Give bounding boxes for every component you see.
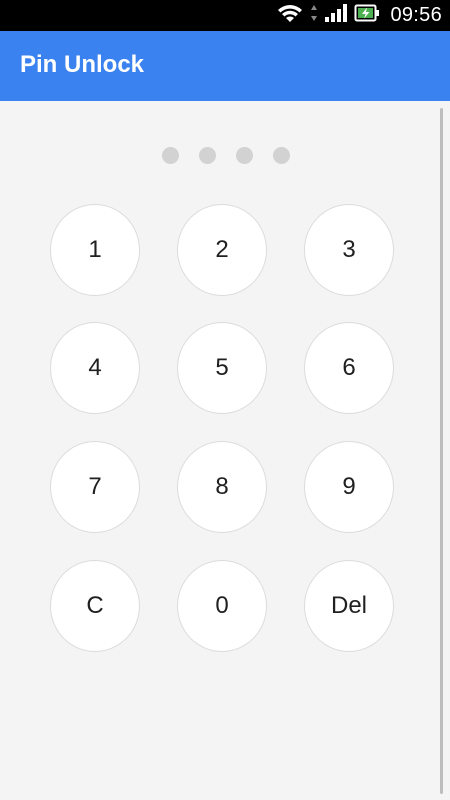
wifi-icon [276,2,304,29]
pin-dot [199,147,216,164]
data-activity-icon [310,4,318,27]
key-5[interactable]: 5 [177,322,267,414]
scrollbar[interactable] [440,108,443,794]
pin-dot [162,147,179,164]
key-8[interactable]: 8 [177,441,267,533]
key-2[interactable]: 2 [177,204,267,296]
pin-indicator [0,147,450,165]
key-4[interactable]: 4 [50,322,140,414]
key-7[interactable]: 7 [50,441,140,533]
signal-icon [324,3,348,28]
clear-button[interactable]: C [50,560,140,652]
delete-button[interactable]: Del [304,560,394,652]
battery-charging-icon [354,4,380,27]
key-9[interactable]: 9 [304,441,394,533]
pin-dot [236,147,253,164]
key-3[interactable]: 3 [304,204,394,296]
app-bar: Pin Unlock [0,31,450,101]
key-0[interactable]: 0 [177,560,267,652]
status-icons: 09:56 [276,0,442,31]
status-time: 09:56 [390,4,442,26]
page-title: Pin Unlock [20,51,145,78]
key-1[interactable]: 1 [50,204,140,296]
status-bar: 09:56 [0,0,450,31]
key-6[interactable]: 6 [304,322,394,414]
pin-dot [273,147,290,164]
